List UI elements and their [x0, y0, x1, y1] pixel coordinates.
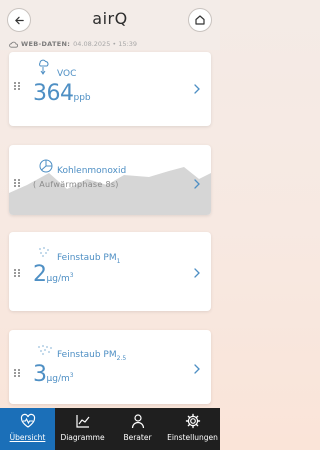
- voc-unit: ppb: [73, 93, 91, 103]
- particles-icon: [39, 247, 49, 257]
- app-header: airQ WEB-DATEN: 04.08.2025 • 15:39: [0, 0, 220, 50]
- tab-overview[interactable]: Übersicht: [0, 408, 55, 450]
- drag-handle-icon[interactable]: [14, 179, 20, 187]
- card-value: 3µg/m3: [33, 362, 74, 387]
- home-icon: [195, 15, 205, 25]
- pm25-unit: µg/m3: [46, 372, 74, 384]
- voc-icon: [39, 59, 49, 75]
- tab-label: Einstellungen: [167, 433, 218, 442]
- drag-handle-icon[interactable]: [14, 82, 20, 90]
- chevron-right-icon: [194, 84, 200, 94]
- app-title: airQ: [92, 9, 128, 28]
- pm1-value: 2: [33, 262, 47, 287]
- bottom-tab-bar: Übersicht Diagramme Berater Einstellunge…: [0, 408, 220, 450]
- web-data-timestamp: 04.08.2025 • 15:39: [73, 40, 138, 48]
- chevron-right-icon: [194, 364, 200, 374]
- sensor-card-voc[interactable]: VOC 364ppb: [9, 52, 211, 126]
- particles-icon: [38, 345, 52, 355]
- card-title: VOC: [57, 69, 77, 79]
- gear-icon: [185, 413, 200, 429]
- tab-label: Berater: [123, 433, 152, 442]
- chevron-right-icon: [194, 268, 200, 278]
- pm1-unit: µg/m3: [46, 272, 74, 284]
- chevron-right-icon: [194, 179, 200, 189]
- person-icon: [131, 414, 144, 429]
- card-value: 364ppb: [33, 81, 91, 106]
- tab-label: Diagramme: [60, 433, 105, 442]
- cloud-icon: [9, 41, 18, 48]
- pm25-value: 3: [33, 362, 47, 387]
- web-data-status: WEB-DATEN: 04.08.2025 • 15:39: [9, 38, 137, 50]
- card-value: 2µg/m3: [33, 262, 74, 287]
- chart-icon: [75, 415, 89, 428]
- sensor-card-pm1[interactable]: Feinstaub PM1 2µg/m3: [9, 232, 211, 311]
- tab-settings[interactable]: Einstellungen: [165, 408, 220, 450]
- drag-handle-icon[interactable]: [14, 369, 20, 377]
- sensor-card-pm25[interactable]: Feinstaub PM2.5 3µg/m3: [9, 330, 211, 404]
- heart-pulse-icon: [20, 413, 35, 428]
- co-gauge-icon: [39, 159, 53, 173]
- voc-value: 364: [33, 81, 74, 106]
- card-title: Kohlenmonoxid: [57, 166, 127, 176]
- tab-diagrams[interactable]: Diagramme: [55, 408, 110, 450]
- drag-handle-icon[interactable]: [14, 269, 20, 277]
- home-button[interactable]: [188, 8, 212, 32]
- web-data-label: WEB-DATEN:: [21, 40, 71, 48]
- card-subtitle: ( Aufwärmphase 8s): [33, 180, 119, 189]
- card-title: Feinstaub PM2.5: [57, 350, 127, 362]
- tab-advisor[interactable]: Berater: [110, 408, 165, 450]
- sensor-card-co[interactable]: Kohlenmonoxid ( Aufwärmphase 8s): [9, 145, 211, 215]
- tab-label: Übersicht: [9, 433, 46, 442]
